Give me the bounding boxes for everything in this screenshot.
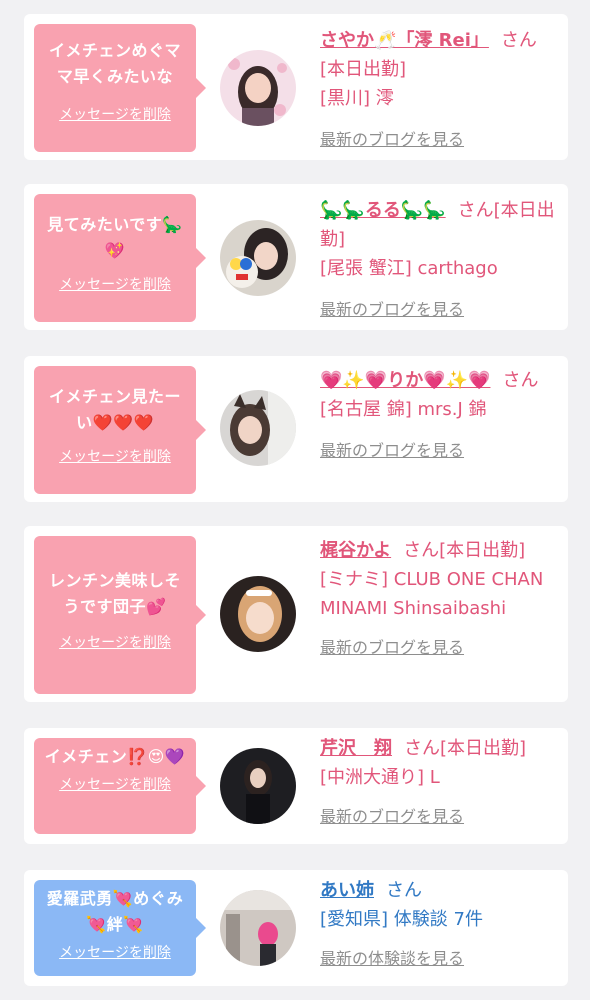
sender-store: [黒川] 澪 (320, 88, 394, 109)
sender-store: [ミナミ] CLUB ONE CHAN MINAMI Shinsaibashi (320, 569, 544, 619)
delete-message-link[interactable]: メッセージを削除 (42, 632, 188, 652)
avatar[interactable] (220, 890, 296, 966)
sender-store: [愛知県] 体験談 7件 (320, 909, 483, 930)
message-bubble: レンチン美味しそうです団子💕 メッセージを削除 (34, 536, 206, 694)
sender-info: 芹沢 翔さん[本日出勤] [中洲大通り] L 最新のブログを見る (320, 734, 556, 831)
delete-message-link[interactable]: メッセージを削除 (42, 942, 188, 962)
sender-name-link[interactable]: 芹沢 翔 (320, 738, 392, 759)
bubble-message-text: イメチェンめぐママ早くみたいな (48, 41, 181, 86)
sender-name-link[interactable]: 💗✨💗りか💗✨💗 (320, 370, 490, 391)
bubble-message-text: 愛羅武勇💘めぐみ💘絆💘 (46, 889, 184, 934)
bubble-message-text: レンチン美味しそうです団子💕 (48, 571, 181, 616)
sender-store: [名古屋 錦] mrs.J 錦 (320, 399, 487, 420)
avatar[interactable] (220, 50, 296, 126)
sender-store: [尾張 蟹江] carthago (320, 258, 498, 279)
sender-info: 💗✨💗りか💗✨💗 さん [名古屋 錦] mrs.J 錦 最新のブログを見る (320, 366, 556, 465)
delete-message-link[interactable]: メッセージを削除 (42, 774, 188, 794)
sender-store: [中洲大通り] L (320, 767, 440, 788)
message-card: イメチェンめぐママ早くみたいな メッセージを削除 さやか🥂「澪 Rei」 さん[本… (24, 14, 568, 160)
sender-info: 梶谷かよ さん[本日出勤] [ミナミ] CLUB ONE CHAN MINAMI … (320, 536, 556, 662)
message-bubble: イメチェン⁉️😍💜 メッセージを削除 (34, 738, 206, 834)
avatar[interactable] (220, 748, 296, 824)
latest-blog-link[interactable]: 最新のブログを見る (320, 633, 464, 662)
message-card: 見てみたいです🦕💖 メッセージを削除 🦕🦕るる🦕🦕 さん[本日出勤] [尾張 蟹江… (24, 184, 568, 330)
sender-name-link[interactable]: さやか🥂「澪 Rei」 (320, 30, 489, 51)
delete-message-link[interactable]: メッセージを削除 (42, 104, 188, 124)
bubble-message-text: イメチェン⁉️😍💜 (44, 747, 186, 766)
sender-status: さん (386, 880, 422, 901)
message-card: レンチン美味しそうです団子💕 メッセージを削除 梶谷かよ さん[本日出勤] [ミナ… (24, 526, 568, 702)
sender-status: さん[本日出勤] (403, 540, 526, 561)
sender-status: さん (502, 370, 539, 391)
bubble-message-text: イメチェン見たーい❤️❤️❤️ (48, 387, 181, 432)
message-bubble: イメチェン見たーい❤️❤️❤️ メッセージを削除 (34, 366, 206, 494)
delete-message-link[interactable]: メッセージを削除 (42, 274, 188, 294)
message-bubble: 愛羅武勇💘めぐみ💘絆💘 メッセージを削除 (34, 880, 206, 976)
sender-info: 🦕🦕るる🦕🦕 さん[本日出勤] [尾張 蟹江] carthago 最新のブログを見… (320, 196, 556, 324)
sender-info: あい姉 さん [愛知県] 体験談 7件 最新の体験談を見る (320, 876, 556, 973)
sender-status: さん[本日出勤] (404, 738, 527, 759)
message-card: 愛羅武勇💘めぐみ💘絆💘 メッセージを削除 あい姉 さん [愛知県] 体験談 7件 … (24, 870, 568, 986)
latest-blog-link[interactable]: 最新のブログを見る (320, 802, 464, 831)
sender-name-link[interactable]: 🦕🦕るる🦕🦕 (320, 200, 446, 221)
avatar[interactable] (220, 390, 296, 466)
sender-name-link[interactable]: あい姉 (320, 880, 374, 901)
message-card: イメチェン⁉️😍💜 メッセージを削除 芹沢 翔さん[本日出勤] [中洲大通り] … (24, 728, 568, 844)
message-list: イメチェンめぐママ早くみたいな メッセージを削除 さやか🥂「澪 Rei」 さん[本… (0, 0, 590, 1000)
bubble-message-text: 見てみたいです🦕💖 (47, 215, 183, 260)
latest-review-link[interactable]: 最新の体験談を見る (320, 944, 464, 973)
sender-info: さやか🥂「澪 Rei」 さん[本日出勤] [黒川] 澪 最新のブログを見る (320, 26, 556, 154)
delete-message-link[interactable]: メッセージを削除 (42, 446, 188, 466)
message-bubble: イメチェンめぐママ早くみたいな メッセージを削除 (34, 24, 206, 152)
message-card: イメチェン見たーい❤️❤️❤️ メッセージを削除 💗✨💗りか💗✨💗 さん [名古屋… (24, 356, 568, 502)
sender-name-link[interactable]: 梶谷かよ (320, 540, 391, 561)
latest-blog-link[interactable]: 最新のブログを見る (320, 295, 464, 324)
avatar[interactable] (220, 220, 296, 296)
latest-blog-link[interactable]: 最新のブログを見る (320, 436, 464, 465)
avatar[interactable] (220, 576, 296, 652)
message-bubble: 見てみたいです🦕💖 メッセージを削除 (34, 194, 206, 322)
latest-blog-link[interactable]: 最新のブログを見る (320, 125, 464, 154)
